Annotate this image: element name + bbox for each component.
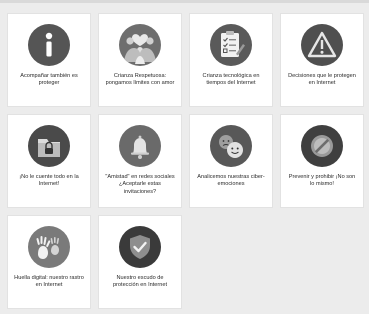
- topic-label: Prevenir y prohibir ¡No son lo mismo!: [288, 174, 356, 188]
- topic-label: Crianza Respetuosa: pongamos límites con…: [105, 73, 175, 87]
- topic-label: Analicemos nuestras ciber-emociones: [197, 174, 265, 188]
- topic-card-crianza-respetuosa[interactable]: Crianza Respetuosa: pongamos límites con…: [99, 14, 181, 106]
- shield-check-icon: [119, 226, 161, 268]
- bell-icon: [119, 125, 161, 167]
- top-rule: [0, 0, 369, 3]
- topic-label: "Amistad" en redes sociales ¿Aceptarle e…: [105, 174, 175, 195]
- emotions-icon: [210, 125, 252, 167]
- topic-card-amistad-redes[interactable]: "Amistad" en redes sociales ¿Aceptarle e…: [99, 115, 181, 207]
- topic-card-decisiones[interactable]: Decisiones que le protegen en Internet: [281, 14, 363, 106]
- topic-label: Nuestro escudo de protección en Internet: [112, 275, 168, 289]
- topic-label: Acompañar también es proteger: [20, 73, 78, 87]
- lock-folder-icon: [28, 125, 70, 167]
- handprint-icon: [28, 226, 70, 268]
- topic-card-ciber-emociones[interactable]: Analicemos nuestras ciber-emociones: [190, 115, 272, 207]
- topic-label: ¡No le cuente todo en la Internet!: [19, 174, 79, 188]
- topic-card-huella-digital[interactable]: Huella digital: nuestro rastro en Intern…: [8, 216, 90, 308]
- topic-card-crianza-tecnologica[interactable]: Crianza tecnológica en tiempos del Inter…: [190, 14, 272, 106]
- prohibited-icon: [301, 125, 343, 167]
- info-icon: [28, 24, 70, 66]
- topic-card-escudo-proteccion[interactable]: Nuestro escudo de protección en Internet: [99, 216, 181, 308]
- family-icon: [119, 24, 161, 66]
- topics-grid: Acompañar también es proteger Crianza Re…: [8, 14, 363, 308]
- topic-card-acompanar[interactable]: Acompañar también es proteger: [8, 14, 90, 106]
- checklist-icon: [210, 24, 252, 66]
- topic-card-prevenir-prohibir[interactable]: Prevenir y prohibir ¡No son lo mismo!: [281, 115, 363, 207]
- topic-label: Huella digital: nuestro rastro en Intern…: [14, 275, 84, 289]
- warning-icon: [301, 24, 343, 66]
- topic-card-no-le-cuente[interactable]: ¡No le cuente todo en la Internet!: [8, 115, 90, 207]
- topic-label: Decisiones que le protegen en Internet: [288, 73, 356, 87]
- topic-label: Crianza tecnológica en tiempos del Inter…: [202, 73, 260, 87]
